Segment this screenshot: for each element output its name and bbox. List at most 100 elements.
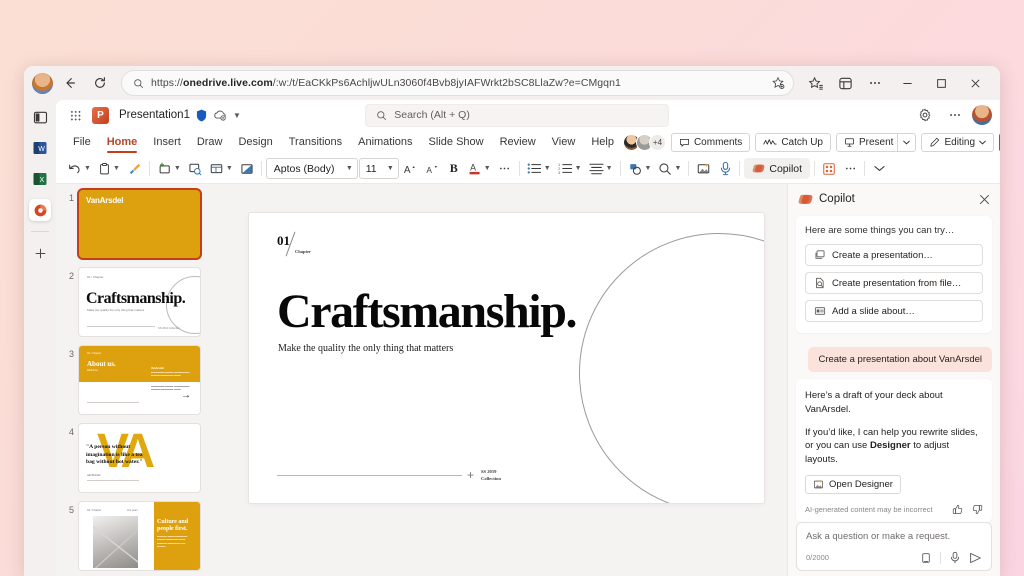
coauthors-avatars[interactable]: +4 xyxy=(622,133,666,151)
slide-thumbnail-2[interactable]: 01 / Chapter Craftsmanship. Make the qua… xyxy=(79,268,200,336)
sidebar-add-button[interactable] xyxy=(29,242,51,264)
slide-thumbnail-4[interactable]: VA "A person without imagination is like… xyxy=(79,424,200,492)
coauthor-overflow-count[interactable]: +4 xyxy=(648,133,666,151)
send-icon[interactable] xyxy=(969,552,982,564)
numbering-chevron-down-icon[interactable]: ▼ xyxy=(575,165,582,172)
share-button[interactable]: Share xyxy=(999,132,1000,152)
align-chevron-down-icon[interactable]: ▼ xyxy=(606,165,613,172)
app-launcher-button[interactable] xyxy=(64,104,86,126)
section-button[interactable] xyxy=(237,158,257,180)
layout-button[interactable]: ▼ xyxy=(206,158,236,180)
reset-slide-button[interactable] xyxy=(185,158,205,180)
slide-canvas[interactable]: 01 Chapter Craftsmanship. Make the quali… xyxy=(226,184,787,576)
list-item[interactable]: 3 02 / Chapter About us. Welcome VanArsd… xyxy=(56,346,226,424)
maximize-button[interactable] xyxy=(926,70,956,96)
close-icon[interactable] xyxy=(979,194,990,205)
font-more-button[interactable] xyxy=(495,158,515,180)
settings-button[interactable] xyxy=(912,102,938,128)
collapse-ribbon-button[interactable] xyxy=(869,158,889,180)
slide-thumbnail-pane[interactable]: 1 VanArsdel 2 01 / Chapter Craftsmanship… xyxy=(56,184,226,576)
list-item[interactable]: 1 VanArsdel xyxy=(56,190,226,268)
office-search-input[interactable]: Search (Alt + Q) xyxy=(365,103,670,127)
new-slide-button[interactable]: ▼ xyxy=(154,158,184,180)
account-avatar[interactable] xyxy=(971,105,992,125)
slide-thumbnail-5[interactable]: 03 / Chapter Our team Culture and people… xyxy=(79,502,200,570)
suggestion-add-slide[interactable]: Add a slide about… xyxy=(805,300,983,322)
current-slide[interactable]: 01 Chapter Craftsmanship. Make the quali… xyxy=(249,213,764,503)
tab-file[interactable]: File xyxy=(66,134,98,151)
font-size-select[interactable]: 11 ▼ xyxy=(358,158,399,179)
back-button[interactable] xyxy=(57,70,83,96)
sidebar-item-excel[interactable]: X xyxy=(29,168,51,190)
collections-button[interactable] xyxy=(832,70,858,96)
slide-thumbnail-3[interactable]: 02 / Chapter About us. Welcome VanArsdel… xyxy=(79,346,200,414)
tab-animations[interactable]: Animations xyxy=(351,134,419,151)
slide-title[interactable]: Craftsmanship. xyxy=(277,288,578,336)
tab-transitions[interactable]: Transitions xyxy=(282,134,349,151)
sidebar-item-powerpoint[interactable] xyxy=(29,199,51,221)
office-more-button[interactable] xyxy=(942,102,968,128)
tab-draw[interactable]: Draw xyxy=(190,134,230,151)
suggestion-create-from-file[interactable]: Create presentation from file… xyxy=(805,272,983,294)
tab-view[interactable]: View xyxy=(545,134,583,151)
document-title[interactable]: Presentation1 xyxy=(119,109,190,121)
undo-button[interactable]: ▼ xyxy=(64,158,94,180)
bold-button[interactable]: B xyxy=(444,158,464,180)
microphone-icon[interactable] xyxy=(949,551,961,564)
minimize-button[interactable] xyxy=(892,70,922,96)
slide-subtitle[interactable]: Make the quality the only thing that mat… xyxy=(278,343,453,354)
paste-chevron-down-icon[interactable]: ▼ xyxy=(113,165,120,172)
grow-font-button[interactable]: A xyxy=(400,158,421,180)
format-painter-button[interactable] xyxy=(124,158,145,180)
refresh-button[interactable] xyxy=(87,70,113,96)
thumbs-down-icon[interactable] xyxy=(972,504,983,515)
copilot-compose-box[interactable]: Ask a question or make a request. 0/2000 xyxy=(796,522,992,571)
browser-more-button[interactable] xyxy=(862,70,888,96)
undo-chevron-down-icon[interactable]: ▼ xyxy=(84,165,91,172)
shrink-font-button[interactable]: A xyxy=(422,158,443,180)
tab-design[interactable]: Design xyxy=(231,134,279,151)
numbering-button[interactable]: 123 ▼ xyxy=(555,158,585,180)
list-item[interactable]: 5 03 / Chapter Our team Culture and peop… xyxy=(56,502,226,576)
tab-home[interactable]: Home xyxy=(100,134,145,153)
add-ins-button[interactable] xyxy=(819,158,839,180)
favorites-button[interactable] xyxy=(802,70,828,96)
sidebar-item-word[interactable]: W xyxy=(29,137,51,159)
bullets-button[interactable]: ▼ xyxy=(524,158,554,180)
address-bar[interactable]: https://onedrive.live.com/:w:/t/EaCKkPs6… xyxy=(121,70,794,96)
font-name-select[interactable]: Aptos (Body) ▼ xyxy=(265,158,358,179)
suggestion-create-presentation[interactable]: Create a presentation… xyxy=(805,244,983,266)
font-color-button[interactable]: A ▼ xyxy=(465,158,494,180)
present-button[interactable]: Present xyxy=(836,132,917,152)
attach-icon[interactable] xyxy=(920,552,932,564)
layout-chevron-down-icon[interactable]: ▼ xyxy=(226,165,233,172)
dictate-button[interactable] xyxy=(715,158,735,180)
find-button[interactable]: ▼ xyxy=(655,158,684,180)
list-item[interactable]: 4 VA "A person without imagination is li… xyxy=(56,424,226,502)
font-color-chevron-down-icon[interactable]: ▼ xyxy=(484,165,491,172)
thumbs-up-icon[interactable] xyxy=(952,504,963,515)
align-button[interactable]: ▼ xyxy=(586,158,616,180)
browser-profile-avatar[interactable] xyxy=(32,72,53,94)
copilot-sidebar-icon[interactable] xyxy=(29,106,51,128)
title-chevron-down-icon[interactable]: ▼ xyxy=(233,111,241,120)
add-favorite-icon[interactable] xyxy=(771,76,785,90)
copilot-toolbar-button[interactable]: Copilot xyxy=(744,158,811,179)
tab-review[interactable]: Review xyxy=(493,134,543,151)
paste-button[interactable]: ▼ xyxy=(95,158,123,180)
editing-mode-button[interactable]: Editing xyxy=(921,132,995,152)
catch-up-button[interactable]: Catch Up xyxy=(755,132,831,152)
shapes-chevron-down-icon[interactable]: ▼ xyxy=(645,165,652,172)
shapes-button[interactable]: ▼ xyxy=(625,158,655,180)
open-designer-button[interactable]: Open Designer xyxy=(805,474,901,494)
cloud-saved-icon[interactable] xyxy=(213,109,227,121)
comments-button[interactable]: Comments xyxy=(670,132,751,152)
close-button[interactable] xyxy=(960,70,990,96)
new-slide-chevron-down-icon[interactable]: ▼ xyxy=(174,165,181,172)
designer-button[interactable] xyxy=(693,158,714,180)
tab-insert[interactable]: Insert xyxy=(146,134,188,151)
tab-help[interactable]: Help xyxy=(584,134,621,151)
list-item[interactable]: 2 01 / Chapter Craftsmanship. Make the q… xyxy=(56,268,226,346)
slide-thumbnail-1[interactable]: VanArsdel xyxy=(79,190,200,258)
toolbar-more-button[interactable] xyxy=(840,158,860,180)
